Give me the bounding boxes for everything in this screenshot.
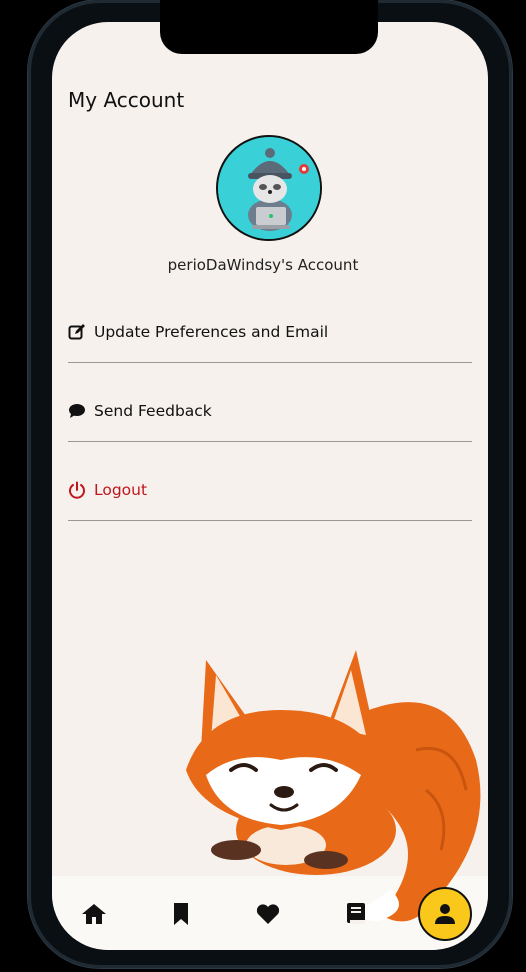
home-icon (82, 904, 106, 924)
heart-icon (256, 904, 280, 924)
comment-icon (68, 402, 86, 420)
update-preferences-label: Update Preferences and Email (94, 323, 329, 341)
bookmark-icon (174, 903, 188, 925)
divider (68, 362, 472, 363)
nav-favorites-button[interactable] (254, 900, 282, 928)
send-feedback-label: Send Feedback (94, 402, 212, 420)
nav-profile-button[interactable] (418, 887, 472, 941)
user-icon (435, 904, 455, 924)
page-title: My Account (68, 88, 185, 112)
account-name: perioDaWindsy's Account (167, 256, 359, 274)
divider (68, 441, 472, 442)
update-preferences-button[interactable]: Update Preferences and Email (68, 312, 472, 352)
power-icon (68, 481, 86, 499)
send-feedback-button[interactable]: Send Feedback (68, 391, 472, 431)
nav-library-button[interactable] (342, 900, 370, 928)
divider (68, 520, 472, 521)
book-icon (347, 903, 365, 924)
logout-button[interactable]: Logout (68, 470, 472, 510)
logout-label: Logout (94, 481, 148, 499)
phone-notch (160, 0, 378, 54)
raccoon-avatar-icon (218, 137, 320, 239)
nav-bookmark-button[interactable] (167, 900, 195, 928)
edit-icon (68, 323, 86, 341)
avatar[interactable] (216, 135, 322, 241)
nav-home-button[interactable] (80, 900, 108, 928)
